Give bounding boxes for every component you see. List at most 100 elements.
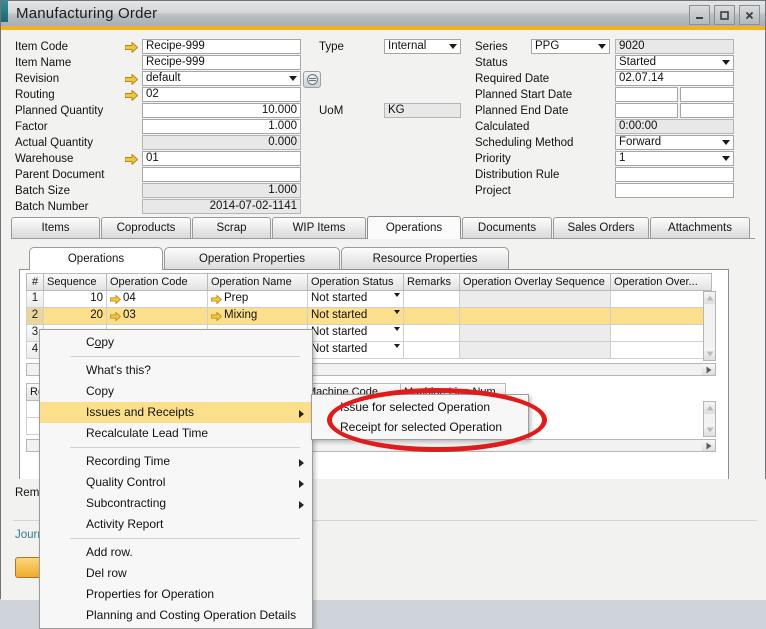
cell-operation-status[interactable]: Not started: [308, 291, 404, 308]
cell-operation-status[interactable]: Not started: [308, 308, 404, 325]
link-arrow-icon[interactable]: [211, 311, 222, 325]
menu-item-whats-this[interactable]: What's this?: [40, 360, 312, 381]
table-row[interactable]: 1 10 04 Prep Not started: [26, 291, 728, 308]
cell-overlay[interactable]: [611, 342, 712, 359]
menu-item-properties-for-operation[interactable]: Properties for Operation: [40, 584, 312, 605]
chevron-down-icon[interactable]: [394, 296, 400, 308]
menu-item-subcontracting[interactable]: Subcontracting: [40, 493, 312, 514]
operations-grid-vertical-scrollbar[interactable]: [703, 291, 716, 361]
item-code-input[interactable]: Recipe-999: [142, 39, 301, 54]
table-row[interactable]: 2 20 03 Mixing Not started: [26, 308, 728, 325]
link-arrow-icon[interactable]: [211, 294, 222, 308]
cell-sequence[interactable]: 10: [44, 291, 107, 308]
col-header-sequence[interactable]: Sequence: [44, 273, 107, 291]
tab-attachments[interactable]: Attachments: [650, 217, 750, 238]
subtab-operation-properties[interactable]: Operation Properties: [164, 247, 340, 269]
cell-overlay[interactable]: [611, 291, 712, 308]
cell-remarks[interactable]: [404, 308, 460, 325]
chevron-down-icon[interactable]: [719, 57, 732, 68]
link-arrow-icon[interactable]: [125, 42, 138, 53]
link-arrow-icon[interactable]: [125, 74, 138, 85]
menu-item-copy-2[interactable]: Copy: [40, 381, 312, 402]
scroll-down-button[interactable]: [704, 348, 715, 360]
col-header-operation-status[interactable]: Operation Status: [308, 273, 404, 291]
chevron-down-icon[interactable]: [286, 73, 299, 84]
factor-input[interactable]: 1.000: [142, 119, 301, 134]
menu-item-recording-time[interactable]: Recording Time: [40, 451, 312, 472]
priority-select[interactable]: 1: [615, 151, 734, 166]
routing-input[interactable]: 02: [142, 87, 301, 102]
planned-start-date-input[interactable]: [615, 87, 678, 102]
chevron-down-icon[interactable]: [446, 41, 459, 52]
cell-operation-code[interactable]: 03: [107, 308, 208, 325]
chevron-down-icon[interactable]: [719, 153, 732, 164]
planned-quantity-input[interactable]: 10.000: [142, 103, 301, 118]
resources-grid-vertical-scrollbar[interactable]: [703, 401, 716, 437]
scroll-up-button[interactable]: [704, 402, 715, 414]
subtab-operations[interactable]: Operations: [29, 247, 163, 270]
link-arrow-icon[interactable]: [125, 154, 138, 165]
col-header-remarks[interactable]: Remarks: [404, 273, 460, 291]
tab-coproducts[interactable]: Coproducts: [101, 217, 191, 238]
menu-item-add-row[interactable]: Add row.: [40, 542, 312, 563]
close-button[interactable]: [739, 5, 760, 25]
status-select[interactable]: Started: [615, 55, 734, 70]
menu-item-copy-1[interactable]: Copy: [40, 332, 312, 353]
cell-operation-name[interactable]: Prep: [208, 291, 308, 308]
type-select[interactable]: Internal: [384, 39, 461, 54]
scroll-down-button[interactable]: [704, 424, 715, 436]
cell-overlay[interactable]: [611, 325, 712, 342]
subtab-resource-properties[interactable]: Resource Properties: [341, 247, 509, 269]
cell-operation-status[interactable]: Not started: [308, 342, 404, 359]
cell-operation-status[interactable]: Not started: [308, 325, 404, 342]
revision-select[interactable]: default: [142, 71, 301, 86]
planned-start-time-input[interactable]: [680, 87, 734, 102]
cell-sequence[interactable]: 20: [44, 308, 107, 325]
tab-items[interactable]: Items: [11, 217, 100, 238]
chevron-down-icon[interactable]: [394, 313, 400, 325]
col-header-operation-code[interactable]: Operation Code: [107, 273, 208, 291]
col-header-rownum[interactable]: #: [26, 273, 44, 291]
cell-remarks[interactable]: [404, 342, 460, 359]
menu-item-quality-control[interactable]: Quality Control: [40, 472, 312, 493]
minimize-button[interactable]: [689, 5, 710, 25]
project-input[interactable]: [615, 183, 734, 198]
item-name-input[interactable]: Recipe-999: [142, 55, 301, 70]
cell-operation-name[interactable]: Mixing: [208, 308, 308, 325]
distribution-rule-input[interactable]: [615, 167, 734, 182]
tab-wip-items[interactable]: WIP Items: [272, 217, 366, 238]
planned-end-time-input[interactable]: [680, 103, 734, 118]
menu-item-recalculate-lead-time[interactable]: Recalculate Lead Time: [40, 423, 312, 444]
warehouse-input[interactable]: 01: [142, 151, 301, 166]
link-arrow-icon[interactable]: [125, 90, 138, 101]
tab-scrap[interactable]: Scrap: [192, 217, 271, 238]
scroll-up-button[interactable]: [704, 292, 715, 304]
tab-documents[interactable]: Documents: [462, 217, 552, 238]
series-select[interactable]: PPG: [531, 39, 610, 54]
parent-document-input[interactable]: [142, 167, 301, 182]
cell-remarks[interactable]: [404, 325, 460, 342]
col-header-overlay[interactable]: Operation Over...: [611, 273, 712, 291]
tab-sales-orders[interactable]: Sales Orders: [553, 217, 649, 238]
scheduling-method-select[interactable]: Forward: [615, 135, 734, 150]
scroll-right-button[interactable]: [702, 440, 715, 451]
menu-item-receipt-for-selected-operation[interactable]: Receipt for selected Operation: [312, 417, 528, 437]
chevron-down-icon[interactable]: [394, 330, 400, 342]
menu-item-planning-and-costing-operation-details[interactable]: Planning and Costing Operation Details: [40, 605, 312, 626]
planned-end-date-input[interactable]: [615, 103, 678, 118]
cell-remarks[interactable]: [404, 291, 460, 308]
menu-item-activity-report[interactable]: Activity Report: [40, 514, 312, 535]
col-header-overlay-sequence[interactable]: Operation Overlay Sequence: [460, 273, 611, 291]
chevron-down-icon[interactable]: [394, 347, 400, 359]
chevron-down-icon[interactable]: [595, 41, 608, 52]
link-arrow-icon[interactable]: [110, 311, 121, 325]
tab-operations[interactable]: Operations: [367, 216, 461, 239]
col-header-operation-name[interactable]: Operation Name: [208, 273, 308, 291]
maximize-button[interactable]: [714, 5, 735, 25]
menu-item-issue-for-selected-operation[interactable]: Issue for selected Operation: [312, 397, 528, 417]
context-menu[interactable]: Copy What's this? Copy Issues and Receip…: [39, 329, 313, 629]
chevron-down-icon[interactable]: [719, 137, 732, 148]
menu-item-issues-and-receipts[interactable]: Issues and Receipts: [40, 402, 312, 423]
cell-overlay[interactable]: [611, 308, 712, 325]
link-arrow-icon[interactable]: [110, 294, 121, 308]
